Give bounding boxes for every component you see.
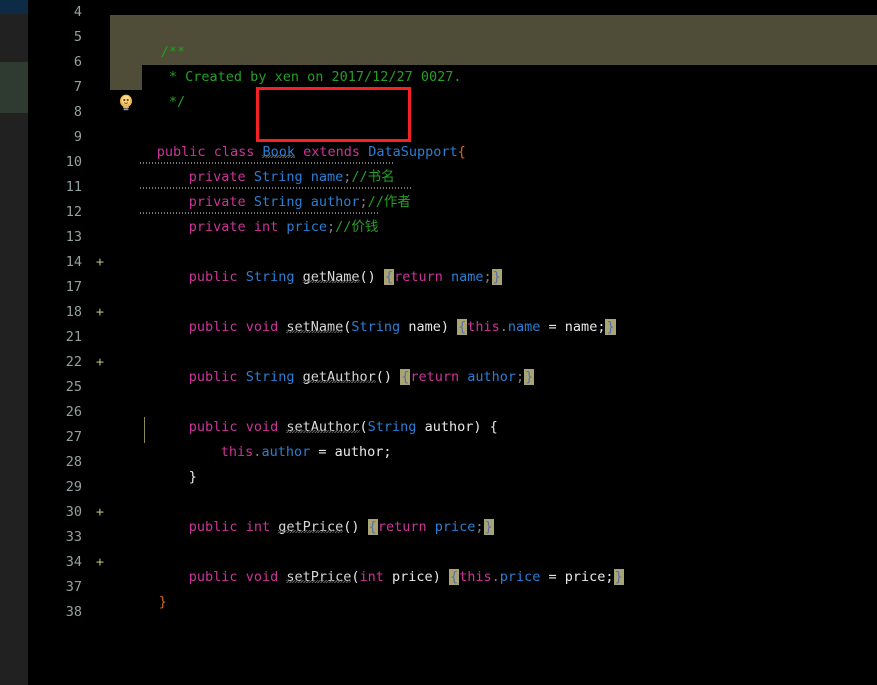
code-line-12[interactable]: private int price;//价钱 xyxy=(140,190,379,235)
this-keyword: this xyxy=(220,444,254,460)
code-line-14[interactable]: public String getName() {return name;} xyxy=(140,240,502,285)
code-line-7[interactable]: */ xyxy=(112,65,185,110)
return-value: price xyxy=(434,519,476,535)
code-editor[interactable]: 4 5 6 7 8 9 10 11 12 13 14 17 18 21 22 2… xyxy=(0,0,877,685)
javadoc-close: */ xyxy=(160,94,186,110)
folded-close-brace[interactable]: } xyxy=(524,369,535,385)
changed-lines-marker[interactable] xyxy=(0,0,28,14)
folded-open-brace[interactable]: { xyxy=(400,369,411,385)
line-number: 18 xyxy=(65,304,82,320)
code-line-10[interactable]: private String name;//书名 xyxy=(140,140,395,185)
line-number: 4 xyxy=(73,4,82,20)
folded-close-brace[interactable]: } xyxy=(491,269,502,285)
field-type: int xyxy=(253,219,279,235)
line-number: 21 xyxy=(65,329,82,345)
javadoc-highlight-line5 xyxy=(110,15,877,40)
method-modifier: public xyxy=(188,519,238,535)
line-number: 27 xyxy=(65,429,82,445)
code-line-11[interactable]: private String author;//作者 xyxy=(140,165,411,210)
method-params: () xyxy=(343,519,360,535)
method-return-type: void xyxy=(245,569,279,585)
line-number: 30 xyxy=(65,504,82,520)
return-keyword: return xyxy=(377,519,427,535)
line-number: 25 xyxy=(65,379,82,395)
code-line-5[interactable]: /** xyxy=(112,15,185,60)
code-line-9[interactable]: public class Book extends DataSupport{ xyxy=(108,115,466,160)
class-close-brace: } xyxy=(158,594,167,610)
method-params: () xyxy=(359,269,376,285)
return-value: author xyxy=(467,369,517,385)
class-open-brace: { xyxy=(457,144,466,160)
line-number: 12 xyxy=(65,204,82,220)
line-number: 22 xyxy=(65,354,82,370)
return-keyword: return xyxy=(394,269,443,285)
code-line-28[interactable]: } xyxy=(140,440,197,485)
line-number: 5 xyxy=(73,29,82,45)
line-number-gutter[interactable]: 4 5 6 7 8 9 10 11 12 13 14 17 18 21 22 2… xyxy=(28,0,90,685)
return-value: name xyxy=(451,269,484,285)
lightbulb-icon[interactable] xyxy=(118,94,134,112)
code-line-18[interactable]: public void setName(String name) {this.n… xyxy=(140,290,616,335)
folded-open-brace[interactable]: { xyxy=(457,319,468,335)
method-name: getName xyxy=(302,269,360,285)
line-number: 14 xyxy=(65,254,82,270)
line-number: 33 xyxy=(65,529,82,545)
method-name: setPrice xyxy=(286,569,352,585)
semicolon: ; xyxy=(327,219,336,235)
line-number: 10 xyxy=(65,154,82,170)
vcs-modified-marker[interactable] xyxy=(0,62,28,113)
folded-open-brace[interactable]: { xyxy=(448,569,460,585)
vcs-marker-gutter[interactable] xyxy=(0,0,28,685)
line-number: 13 xyxy=(65,229,82,245)
line-number: 17 xyxy=(65,279,82,295)
line-number: 34 xyxy=(65,554,82,570)
line-number: 9 xyxy=(73,129,82,145)
method-return-type: int xyxy=(245,519,271,535)
code-text-area[interactable]: /** * Created by xen on 2017/12/27 0027.… xyxy=(90,0,877,685)
code-line-27[interactable]: this.author = author; xyxy=(172,415,392,460)
method-name: getPrice xyxy=(278,519,344,535)
code-line-22[interactable]: public String getAuthor() {return author… xyxy=(140,340,535,385)
javadoc-body: * Created by xen on 2017/12/27 0027. xyxy=(160,69,462,85)
method-close-brace: } xyxy=(188,469,197,485)
field-name: price xyxy=(286,219,327,235)
folded-open-brace[interactable]: { xyxy=(383,269,395,285)
method-return-type: String xyxy=(245,269,295,285)
method-modifier: public xyxy=(188,269,238,285)
return-keyword: return xyxy=(410,369,460,385)
line-number: 7 xyxy=(73,79,82,95)
method-name: setName xyxy=(286,319,344,335)
method-modifier: public xyxy=(188,369,238,385)
line-number: 38 xyxy=(65,604,82,620)
method-modifier: public xyxy=(188,319,238,335)
line-number: 29 xyxy=(65,479,82,495)
line-number: 11 xyxy=(65,179,82,195)
folded-close-brace[interactable]: } xyxy=(483,519,494,535)
this-keyword: this xyxy=(467,319,500,335)
folded-close-brace[interactable]: } xyxy=(613,569,624,585)
method-return-type: void xyxy=(245,319,279,335)
method-params: () xyxy=(375,369,393,385)
field-modifier: private xyxy=(188,219,246,235)
line-number: 26 xyxy=(65,404,82,420)
method-modifier: public xyxy=(188,569,238,585)
line-number: 8 xyxy=(73,104,82,120)
code-line-34[interactable]: public void setPrice(int price) {this.pr… xyxy=(140,540,624,585)
field-reference: author xyxy=(261,444,311,460)
code-line-6[interactable]: * Created by xen on 2017/12/27 0027. xyxy=(112,40,462,85)
method-name: getAuthor xyxy=(302,369,376,385)
line-number: 28 xyxy=(65,454,82,470)
folded-open-brace[interactable]: { xyxy=(367,519,378,535)
code-line-26[interactable]: public void setAuthor(String author) { xyxy=(140,390,498,435)
folded-close-brace[interactable]: } xyxy=(605,319,616,335)
line-number: 37 xyxy=(65,579,82,595)
line-number: 6 xyxy=(73,54,82,70)
field-comment: //价钱 xyxy=(335,219,379,235)
code-line-30[interactable]: public int getPrice() {return price;} xyxy=(140,490,494,535)
this-keyword: this xyxy=(459,569,492,585)
method-return-type: String xyxy=(245,369,295,385)
code-line-37[interactable]: } xyxy=(110,565,167,610)
